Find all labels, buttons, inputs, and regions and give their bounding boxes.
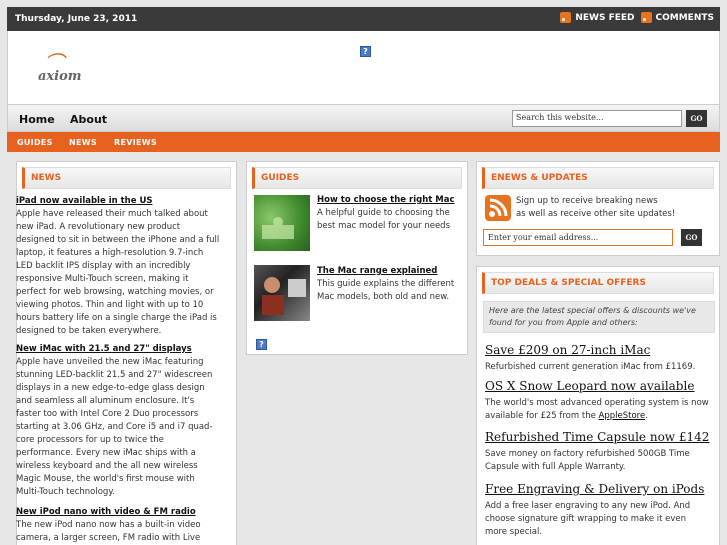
comments-feed-link[interactable]: COMMENTS [656, 13, 714, 23]
news-feed-link[interactable]: NEWS FEED [575, 13, 634, 23]
guides-heading: GUIDES [252, 167, 462, 189]
current-date: Thursday, June 23, 2011 [15, 14, 138, 24]
mac-range-thumbnail[interactable] [254, 265, 310, 321]
puzzle-piece-icon [262, 217, 294, 239]
feed-links: NEWS FEED COMMENTS [560, 12, 714, 23]
guide-item-title[interactable]: The Mac range explained [317, 265, 467, 278]
email-input[interactable]: Enter your email address... [483, 229, 673, 246]
news-item: New iPod nano with video & FM radio The … [16, 506, 221, 545]
news-heading: NEWS [22, 167, 231, 189]
broken-image-icon: ? [360, 46, 371, 57]
news-item-body: Apple have released their much talked ab… [16, 209, 220, 336]
main-nav: Home About Search this website... GO [7, 104, 720, 132]
deal-desc: Save money on factory refurbished 500GB … [485, 449, 690, 472]
deals-intro: Here are the latest special offers & dis… [483, 301, 715, 333]
enews-panel: ENEWS & UPDATES Sign up to receive break… [476, 161, 720, 256]
deal-desc: The world's most advanced operating syst… [485, 398, 709, 421]
site-header: ⌒ axiom ? [7, 31, 720, 104]
puzzle-thumbnail[interactable] [254, 195, 310, 251]
news-item-title[interactable]: New iPod nano with video & FM radio [16, 506, 221, 519]
news-item-title[interactable]: New iMac with 21.5 and 27" displays [16, 343, 221, 356]
deal-title[interactable]: OS X Snow Leopard now available [485, 379, 694, 393]
rss-icon [640, 12, 652, 23]
subnav-news[interactable]: NEWS [69, 138, 97, 147]
deal-title[interactable]: Save £209 on 27-inch iMac [485, 343, 650, 357]
search-go-button[interactable]: GO [686, 110, 707, 127]
subnav-reviews[interactable]: REVIEWS [114, 138, 157, 147]
rss-icon [560, 12, 572, 23]
news-item-body: Apple have unveiled the new iMac featuri… [16, 357, 213, 497]
deals-heading: TOP DEALS & SPECIAL OFFERS [482, 272, 714, 294]
news-item-body: The new iPod nano now has a built-in vid… [16, 520, 201, 543]
broken-image-icon: ? [256, 339, 267, 350]
guide-item-title[interactable]: How to choose the right Mac [317, 194, 467, 207]
site-logo[interactable]: ⌒ axiom [36, 47, 86, 93]
top-bar: Thursday, June 23, 2011 NEWS FEED COMMEN… [7, 7, 720, 31]
deal-desc: Refurbished current generation iMac from… [485, 362, 696, 372]
guides-panel: GUIDES How to choose the right Mac A hel… [246, 161, 468, 355]
rss-large-icon [485, 195, 511, 221]
deal-title[interactable]: Refurbished Time Capsule now £142 [485, 430, 709, 444]
nav-home[interactable]: Home [19, 113, 55, 126]
sub-nav: GUIDES NEWS REVIEWS [7, 132, 720, 152]
deal-title[interactable]: Free Engraving & Delivery on iPods [485, 482, 704, 496]
enews-heading: ENEWS & UPDATES [482, 167, 714, 189]
guide-item: The Mac range explained This guide expla… [317, 265, 467, 304]
news-item-title[interactable]: iPad now available in the US [16, 195, 221, 208]
news-item: iPad now available in the US Apple have … [16, 195, 221, 338]
deals-panel: TOP DEALS & SPECIAL OFFERS Here are the … [476, 266, 720, 545]
news-item: New iMac with 21.5 and 27" displays Appl… [16, 343, 221, 499]
logo-text: axiom [38, 69, 82, 84]
applestore-link[interactable]: AppleStore [599, 411, 646, 421]
guide-item-body: This guide explains the different Mac mo… [317, 279, 455, 302]
subnav-guides[interactable]: GUIDES [17, 138, 53, 147]
email-go-button[interactable]: GO [681, 229, 702, 246]
guide-item-body: A helpful guide to choosing the best mac… [317, 208, 450, 231]
nav-about[interactable]: About [70, 113, 107, 126]
search-input[interactable]: Search this website... [512, 110, 682, 127]
enews-text: Sign up to receive breaking news as well… [516, 196, 676, 219]
person-at-mac-icon [262, 277, 306, 315]
deal-desc: Add a free laser engraving to any new iP… [485, 501, 691, 537]
guide-item: How to choose the right Mac A helpful gu… [317, 194, 467, 233]
